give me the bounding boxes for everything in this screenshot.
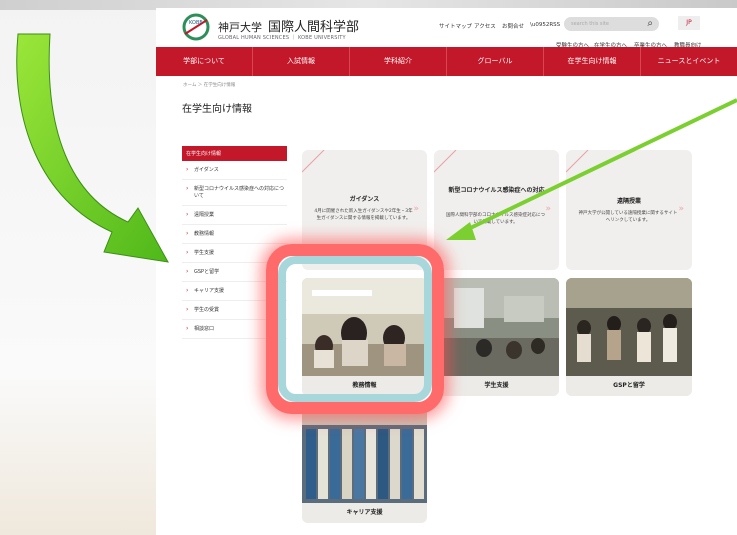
annotation-arrows [16, 33, 737, 263]
curved-arrow-icon [16, 33, 169, 263]
pointer-arrow-icon [461, 98, 737, 234]
